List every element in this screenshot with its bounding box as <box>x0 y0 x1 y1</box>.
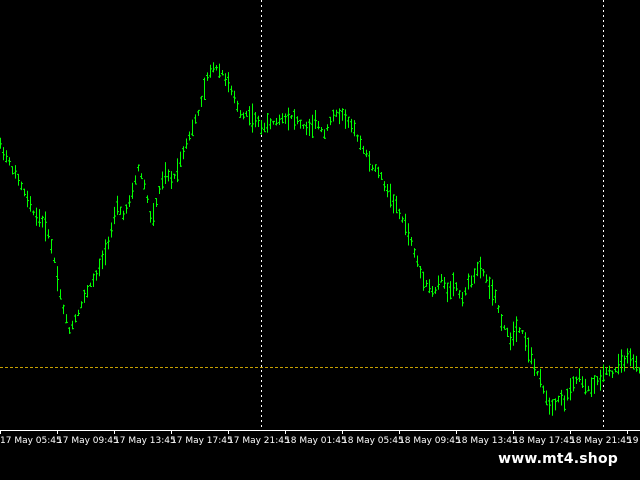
x-tick-label: 18 May 05:45 <box>342 436 404 446</box>
x-tick-label: 17 May 21:45 <box>228 436 290 446</box>
x-tick-label: 18 May 01:45 <box>285 436 347 446</box>
x-tick-label: 18 May 09:45 <box>399 436 461 446</box>
vertical-markers <box>261 0 604 430</box>
x-tick-label: 18 May 21:45 <box>570 436 632 446</box>
x-tick-label: 17 May 09:45 <box>57 436 119 446</box>
x-tick-label: 18 May 17:45 <box>513 436 575 446</box>
x-axis-ticks: 17 May 05:4517 May 09:4517 May 13:4517 M… <box>0 430 640 446</box>
x-tick-label: 19 May 01:45 <box>627 436 640 446</box>
x-tick-label: 17 May 13:45 <box>114 436 176 446</box>
price-bars <box>0 62 640 416</box>
x-tick-label: 17 May 05:45 <box>0 436 62 446</box>
x-tick-label: 18 May 13:45 <box>456 436 518 446</box>
watermark: www.mt4.shop <box>490 448 626 470</box>
x-tick-label: 17 May 17:45 <box>171 436 233 446</box>
price-chart: 17 May 05:4517 May 09:4517 May 13:4517 M… <box>0 0 640 446</box>
